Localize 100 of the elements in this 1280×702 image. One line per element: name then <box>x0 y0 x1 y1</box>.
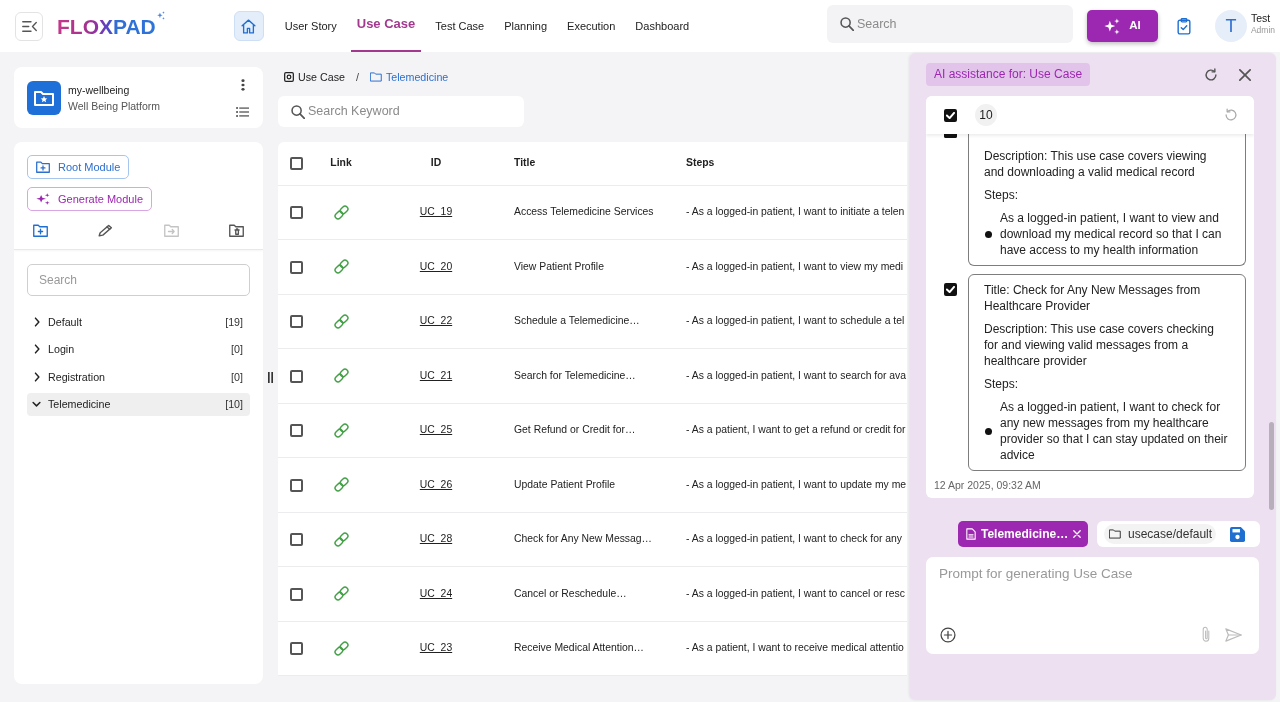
tree-item[interactable]: Telemedicine [10] <box>27 392 250 416</box>
use-case-steps: - As a patient, I want to get a refund or credit for <box>686 424 906 436</box>
use-case-title: Schedule a Telemedicine… <box>514 315 640 327</box>
use-case-steps: - As a logged-in patient, I want to check for any <box>686 533 903 545</box>
file-icon <box>966 528 976 540</box>
nav-tab[interactable]: User Story <box>278 0 343 52</box>
select-all-checkbox[interactable] <box>289 157 303 171</box>
use-case-steps: - As a logged-in patient, I want to search for ava <box>686 369 907 381</box>
column-header: Steps <box>686 157 715 169</box>
prompt-input[interactable]: Prompt for generating Use Case <box>939 564 1246 626</box>
breadcrumb-link[interactable]: Telemedicine <box>385 68 449 85</box>
link-icon[interactable] <box>332 258 350 276</box>
select-all-checkbox[interactable] <box>944 108 957 122</box>
link-icon[interactable] <box>332 421 350 439</box>
more-icon[interactable] <box>240 78 245 91</box>
home-button[interactable] <box>233 11 264 41</box>
item-count: [0] <box>231 342 243 358</box>
use-case-id-link[interactable]: UC_24 <box>419 587 453 599</box>
use-case-id-link[interactable]: UC_23 <box>419 642 453 654</box>
search-icon <box>291 104 305 119</box>
chevron-right-icon[interactable] <box>34 371 40 382</box>
link-icon[interactable] <box>332 639 350 657</box>
scrollbar-thumb[interactable] <box>1269 422 1274 510</box>
search-input[interactable]: Search <box>856 14 1073 34</box>
use-case-steps: - As a logged-in patient, I want to initiate a telen <box>686 206 905 218</box>
clipboard-check-icon[interactable] <box>1176 17 1191 35</box>
root-module-button[interactable]: Root Module <box>27 155 130 179</box>
row-checkbox[interactable] <box>289 478 303 492</box>
result-checkbox[interactable] <box>944 283 957 296</box>
link-icon[interactable] <box>332 530 350 548</box>
row-checkbox[interactable] <box>289 260 303 274</box>
list-icon[interactable] <box>236 106 249 117</box>
folder-icon <box>369 72 382 82</box>
chevron-down-icon[interactable] <box>32 401 41 408</box>
row-checkbox[interactable] <box>289 642 303 656</box>
use-case-title: Receive Medical Attention… <box>514 642 644 654</box>
nav-tab[interactable]: Planning <box>498 0 554 52</box>
use-case-steps: - As a patient, I want to receive medical attentio <box>686 642 904 654</box>
menu-button[interactable] <box>15 11 43 41</box>
prompt-field[interactable]: Prompt for generating Use Case <box>926 557 1259 654</box>
tree-item[interactable]: Default [19] <box>27 310 250 334</box>
result-title: Title: Check for Any New Messages from Healthcare Provider <box>984 282 1202 314</box>
use-case-id-link[interactable]: UC_28 <box>419 533 453 545</box>
save-icon[interactable] <box>1230 526 1245 542</box>
use-case-id-link[interactable]: UC_19 <box>419 206 453 218</box>
folder-trash-icon[interactable] <box>229 224 244 237</box>
menu-icon <box>21 20 37 32</box>
search-field[interactable]: Search <box>826 5 1073 43</box>
sparkle-icon <box>1104 17 1121 35</box>
user-avatar[interactable]: T <box>1214 10 1247 42</box>
nav-tab[interactable]: Use Case <box>350 0 422 52</box>
column-header: ID <box>430 157 442 169</box>
row-checkbox[interactable] <box>289 206 303 220</box>
column-header: Title <box>514 157 536 169</box>
breadcrumb-link[interactable]: Use Case <box>298 68 345 85</box>
drag-handle-icon[interactable] <box>268 371 273 383</box>
pencil-icon[interactable] <box>98 224 114 237</box>
row-checkbox[interactable] <box>289 587 303 601</box>
result-checkbox[interactable] <box>944 134 957 138</box>
nav-tab[interactable]: Dashboard <box>629 0 696 52</box>
keyword-search-input[interactable]: Search Keyword <box>308 102 524 121</box>
remove-icon[interactable] <box>1073 530 1082 538</box>
use-case-id-link[interactable]: UC_26 <box>419 478 453 490</box>
use-case-title: Get Refund or Credit for… <box>514 424 636 436</box>
user-name: Test <box>1250 12 1272 26</box>
use-case-id-link[interactable]: UC_21 <box>419 369 453 381</box>
refresh-icon[interactable] <box>1204 67 1218 82</box>
keyword-search-field[interactable]: Search Keyword <box>278 96 524 127</box>
link-icon[interactable] <box>332 312 350 330</box>
use-case-id-link[interactable]: UC_22 <box>419 315 453 327</box>
module-search-field[interactable]: Search <box>27 264 250 296</box>
use-case-title: Cancel or Reschedule… <box>514 587 627 599</box>
row-checkbox[interactable] <box>289 533 303 547</box>
folder-path-chip[interactable]: usecase/default <box>1104 524 1217 544</box>
use-case-id-link[interactable]: UC_20 <box>419 260 453 272</box>
row-checkbox[interactable] <box>289 369 303 383</box>
row-checkbox[interactable] <box>289 315 303 329</box>
home-icon <box>241 18 257 34</box>
row-checkbox[interactable] <box>289 424 303 438</box>
bullet-icon <box>985 230 992 238</box>
use-case-id-link[interactable]: UC_25 <box>419 424 453 436</box>
nav-tab[interactable]: Test Case <box>429 0 491 52</box>
use-case-steps: - As a logged-in patient, I want to view my medi <box>686 260 904 272</box>
nav-tab[interactable]: Execution <box>561 0 622 52</box>
chevron-right-icon[interactable] <box>34 316 40 327</box>
bullet-icon <box>985 427 992 435</box>
link-icon[interactable] <box>332 367 350 385</box>
tree-item[interactable]: Registration [0] <box>27 365 250 389</box>
tree-item[interactable]: Login [0] <box>27 337 250 361</box>
breadcrumb-separator: / <box>355 69 359 85</box>
close-icon[interactable] <box>1239 68 1251 81</box>
link-icon[interactable] <box>332 585 350 603</box>
chevron-right-icon[interactable] <box>34 344 40 355</box>
link-icon[interactable] <box>332 476 350 494</box>
link-icon[interactable] <box>332 203 350 221</box>
add-icon[interactable] <box>940 626 956 643</box>
generate-module-button[interactable]: Generate Module <box>27 187 152 211</box>
folder-plus-icon[interactable] <box>33 224 48 237</box>
ai-button[interactable]: AI <box>1086 10 1158 42</box>
attachment-chip[interactable]: Telemedicine… <box>958 521 1088 547</box>
